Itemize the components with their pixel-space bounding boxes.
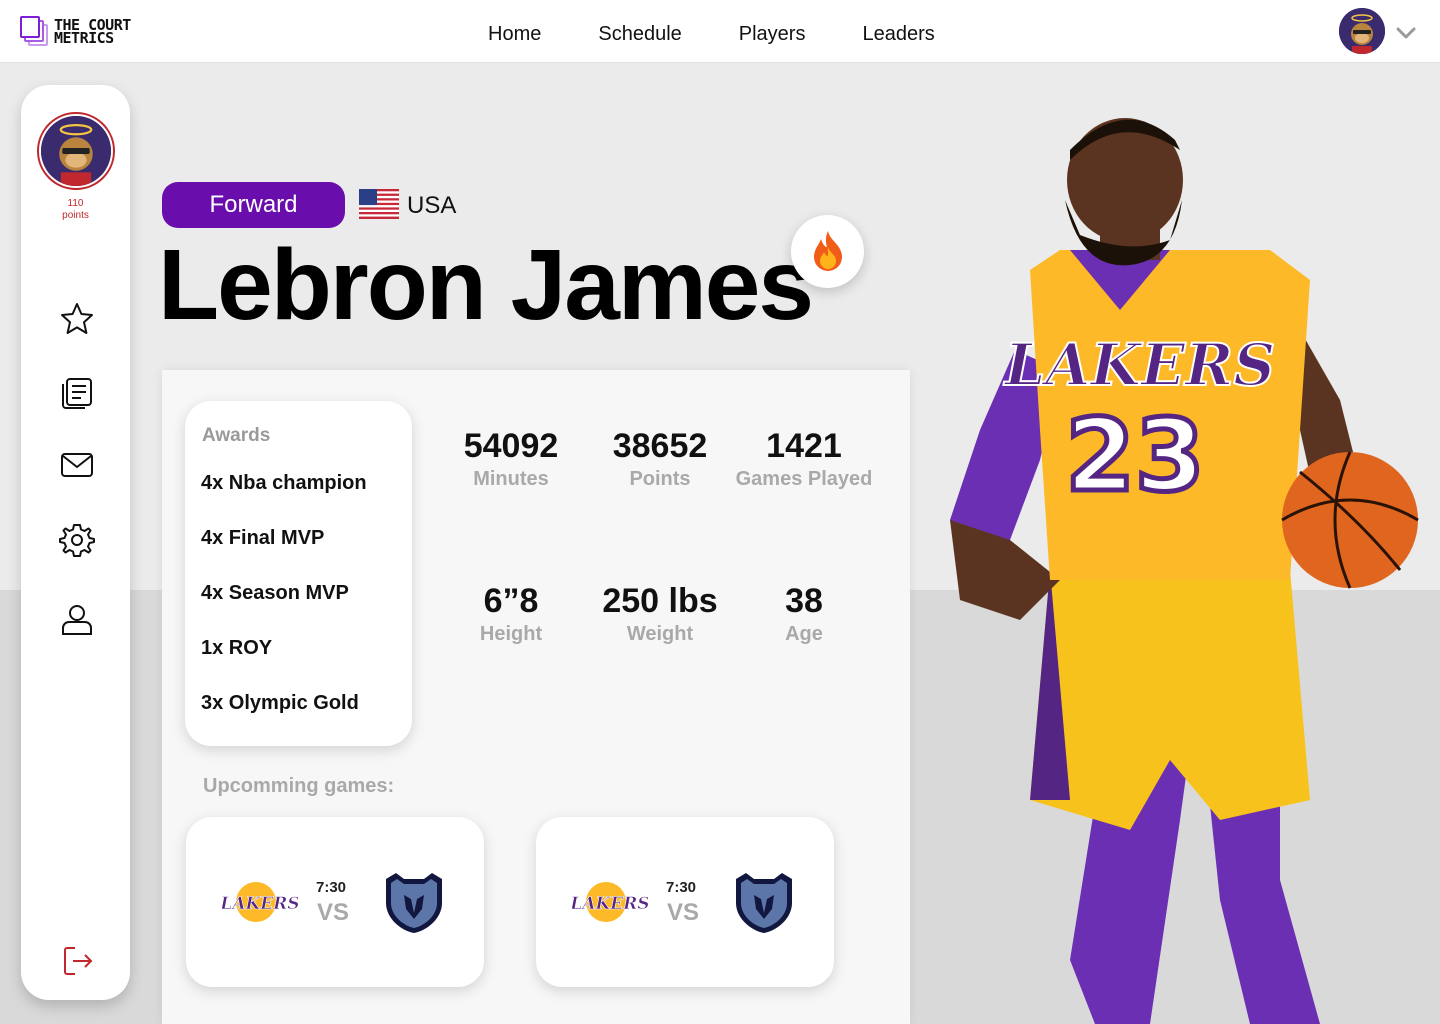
settings-icon[interactable]	[59, 522, 95, 558]
game-time: 7:30	[666, 879, 697, 896]
game-time: 7:30	[316, 879, 347, 896]
game-card[interactable]: LAKERS 7:30 VS	[186, 817, 484, 987]
usa-flag-icon	[359, 189, 399, 219]
jersey-wordmark: LAKERS	[1003, 331, 1276, 399]
stat-label: Games Played	[735, 468, 873, 490]
upcoming-games-title: Upcomming games:	[203, 775, 395, 797]
fire-icon	[814, 231, 842, 271]
lakers-logo-icon: LAKERS	[222, 882, 298, 922]
ape-avatar-icon	[1339, 8, 1385, 54]
award-item: 4x Nba champion	[201, 472, 367, 494]
award-item: 1x ROY	[201, 637, 273, 659]
sidebar: 110 points	[21, 85, 130, 1000]
stat-games-played: 1421 Games Played	[719, 426, 889, 492]
stat-age: 38 Age	[719, 581, 889, 647]
lakers-wordmark: LAKERS	[222, 894, 298, 914]
logout-icon[interactable]	[59, 943, 95, 979]
awards-card: Awards 4x Nba champion 4x Final MVP 4x S…	[185, 401, 412, 746]
nav-home[interactable]: Home	[488, 22, 541, 46]
grizzlies-logo-icon	[736, 873, 792, 933]
brand-name: THE COURT METRICS	[54, 18, 131, 46]
lakers-logo-icon: LAKERS	[572, 882, 648, 922]
mail-icon[interactable]	[59, 447, 95, 483]
user-avatar[interactable]	[1339, 8, 1385, 54]
points-value: 110	[67, 198, 84, 209]
points-display: 110 points	[21, 198, 130, 222]
chevron-down-icon[interactable]	[1396, 26, 1416, 40]
stat-label: Age	[785, 623, 823, 645]
star-icon[interactable]	[59, 301, 95, 337]
ape-avatar-icon	[41, 116, 111, 186]
brand-logo[interactable]: THE COURT METRICS	[20, 16, 131, 48]
stat-height: 6”8 Height	[426, 581, 596, 647]
stat-minutes: 54092 Minutes	[426, 426, 596, 492]
game-vs-label: VS	[317, 899, 350, 926]
player-name: Lebron James	[158, 229, 814, 341]
grizzlies-logo-icon	[386, 873, 442, 933]
jersey-number: 23	[1065, 397, 1204, 514]
position-badge: Forward	[162, 182, 345, 228]
sidebar-avatar[interactable]	[37, 112, 115, 190]
stat-value: 6”8	[483, 582, 539, 620]
nav-schedule[interactable]: Schedule	[598, 22, 681, 46]
top-navbar: THE COURT METRICS Home Schedule Players …	[0, 0, 1440, 63]
logo-mark-icon	[20, 16, 50, 48]
award-item: 4x Season MVP	[201, 582, 349, 604]
player-country: USA	[407, 192, 457, 219]
stat-label: Minutes	[473, 468, 549, 490]
player-photo: LAKERS 23	[950, 118, 1419, 1024]
stat-value: 38	[785, 582, 823, 620]
profile-icon[interactable]	[59, 601, 95, 637]
news-icon[interactable]	[59, 375, 95, 411]
award-item: 4x Final MVP	[201, 527, 325, 549]
lakers-wordmark: LAKERS	[572, 894, 648, 914]
points-label: points	[62, 210, 89, 221]
stat-value: 54092	[463, 427, 559, 465]
nav-leaders[interactable]: Leaders	[862, 22, 934, 46]
game-vs-label: VS	[667, 899, 700, 926]
award-item: 3x Olympic Gold	[201, 692, 359, 714]
game-card[interactable]: LAKERS 7:30 VS	[536, 817, 834, 987]
nav-players[interactable]: Players	[739, 22, 806, 46]
awards-title: Awards	[202, 425, 271, 446]
stat-value: 1421	[766, 427, 842, 465]
stat-label: Height	[479, 623, 543, 645]
main-nav: Home Schedule Players Leaders	[488, 22, 992, 46]
trending-badge[interactable]	[791, 215, 864, 288]
